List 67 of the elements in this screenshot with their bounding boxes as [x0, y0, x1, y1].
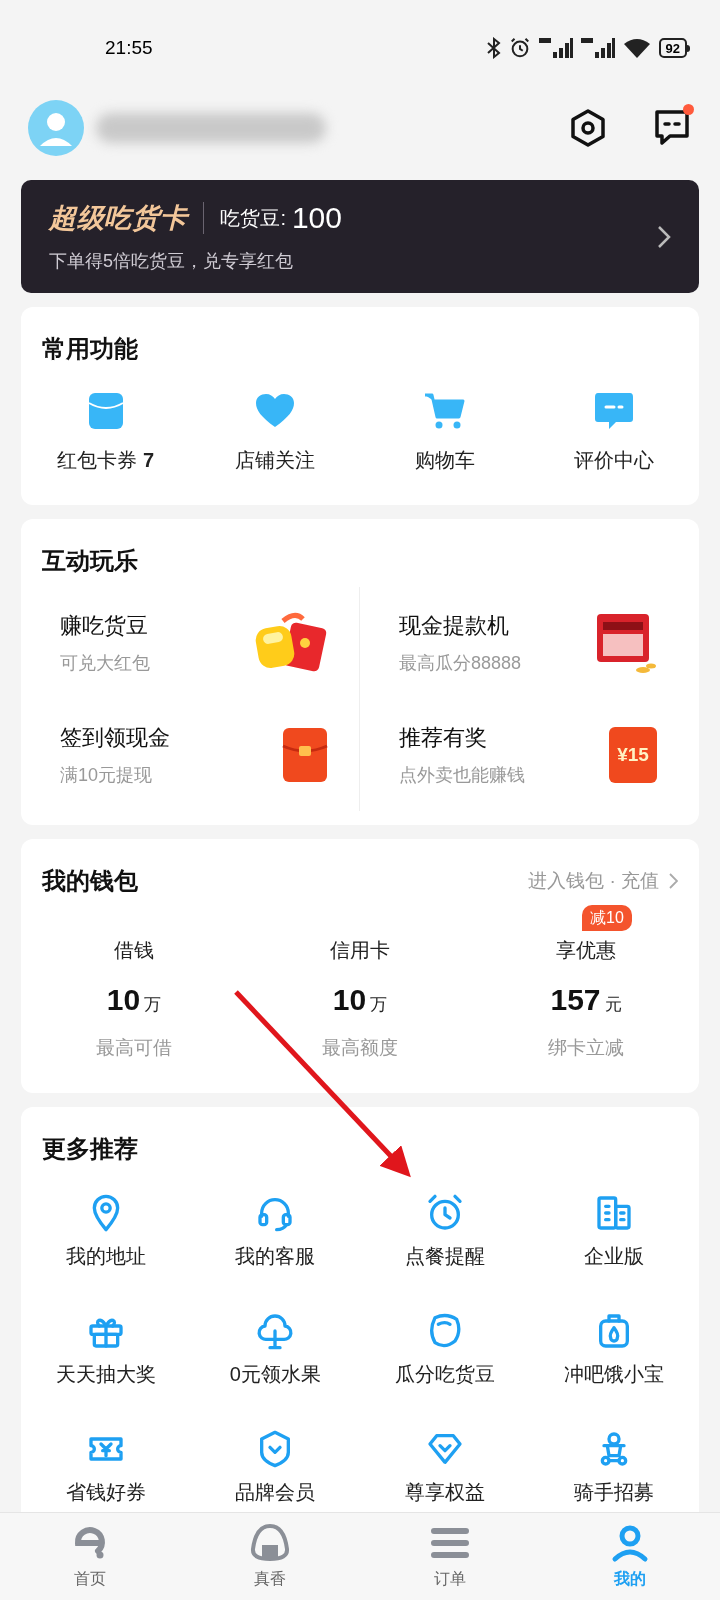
activity-subtitle: 点外卖也能赚钱	[399, 764, 525, 787]
service-item[interactable]: 0元领水果	[229, 1358, 321, 1389]
tab-bar-item[interactable]: 订单	[434, 1567, 466, 1591]
service-item[interactable]: 我的客服	[235, 1240, 316, 1271]
service-item[interactable]: 品牌会员	[235, 1476, 316, 1507]
wallet-value: 10	[106, 982, 141, 1018]
wallet-unit: 万	[144, 994, 162, 1016]
shortcut-item[interactable]: 店铺关注	[235, 445, 316, 475]
activity-title[interactable]: 现金提款机	[399, 609, 522, 642]
settings-icon[interactable]	[568, 108, 608, 148]
wallet-caption: 最高额度	[322, 1036, 398, 1060]
shortcut-item[interactable]: 购物车	[414, 445, 475, 475]
wallet-caption: 最高可借	[96, 1036, 172, 1060]
battery-indicator: 92	[658, 38, 690, 58]
service-item[interactable]: 瓜分吃货豆	[394, 1358, 495, 1389]
profile-icon	[610, 1523, 650, 1563]
wallet-unit: 万	[370, 994, 388, 1016]
status-time: 21:55	[105, 35, 153, 60]
section-title: 常用功能	[41, 334, 139, 364]
shortcut-item[interactable]: 红包卡券 7	[57, 445, 155, 475]
wallet-caption: 绑卡立减	[548, 1036, 624, 1060]
discount-tag: 减10	[582, 905, 632, 931]
chevron-right-icon	[657, 224, 671, 249]
tab-bar-item[interactable]: 首页	[74, 1567, 106, 1591]
service-item[interactable]: 冲吧饿小宝	[564, 1358, 665, 1389]
wifi-icon	[622, 38, 651, 58]
wallet-label: 借钱	[114, 939, 154, 961]
wallet-value: 10	[332, 982, 367, 1018]
chevron-right-icon	[669, 873, 678, 889]
card-subtitle: 下单得5倍吃货豆，兑专享红包	[49, 250, 294, 274]
card-icon	[86, 391, 125, 431]
section-title: 更多推荐	[41, 1133, 139, 1164]
service-item[interactable]: 骑手招募	[574, 1476, 655, 1507]
service-item[interactable]: 企业版	[584, 1240, 645, 1271]
section-title: 互动玩乐	[41, 546, 139, 576]
comment-icon	[594, 391, 635, 431]
activity-title[interactable]: 赚吃货豆	[60, 609, 150, 642]
cart-icon	[422, 391, 467, 431]
envelope-icon	[281, 726, 329, 784]
service-item[interactable]: 我的地址	[65, 1240, 146, 1271]
service-item[interactable]: 天天抽大奖	[55, 1358, 156, 1389]
activity-title[interactable]: 推荐有奖	[399, 721, 525, 754]
beans-value: 100	[291, 203, 342, 233]
service-item[interactable]: 尊享权益	[404, 1476, 485, 1507]
service-item[interactable]: 点餐提醒	[404, 1240, 485, 1271]
beans-label: 吃货豆:	[220, 206, 286, 231]
activity-subtitle: 最高瓜分88888	[399, 652, 522, 675]
wallet-label: 信用卡	[330, 939, 390, 961]
wallet-value: 157	[550, 982, 601, 1018]
activity-subtitle: 可兑大红包	[60, 652, 150, 675]
activity-subtitle: 满10元提现	[60, 764, 154, 787]
envelope-icon: ¥15	[609, 727, 657, 783]
wallet-unit: 元	[604, 994, 622, 1016]
activity-title[interactable]: 签到领现金	[60, 721, 170, 754]
section-title: 我的钱包	[42, 866, 138, 896]
alarm-icon	[508, 37, 531, 59]
card-title: 超级吃货卡	[49, 201, 188, 235]
super-card-banner[interactable]: 超级吃货卡 吃货豆: 100 下单得5倍吃货豆，兑专享红包	[21, 180, 699, 293]
signal-icon	[538, 38, 573, 58]
bluetooth-icon	[486, 37, 501, 59]
shortcut-item[interactable]: 评价中心	[574, 445, 655, 475]
tab-bar-item[interactable]: 真香	[254, 1567, 286, 1591]
service-item[interactable]: 省钱好券	[65, 1476, 146, 1507]
message-icon[interactable]	[652, 108, 692, 148]
heart-icon	[255, 393, 296, 429]
signal-icon	[580, 38, 615, 58]
wallet-label: 享优惠	[556, 939, 616, 961]
